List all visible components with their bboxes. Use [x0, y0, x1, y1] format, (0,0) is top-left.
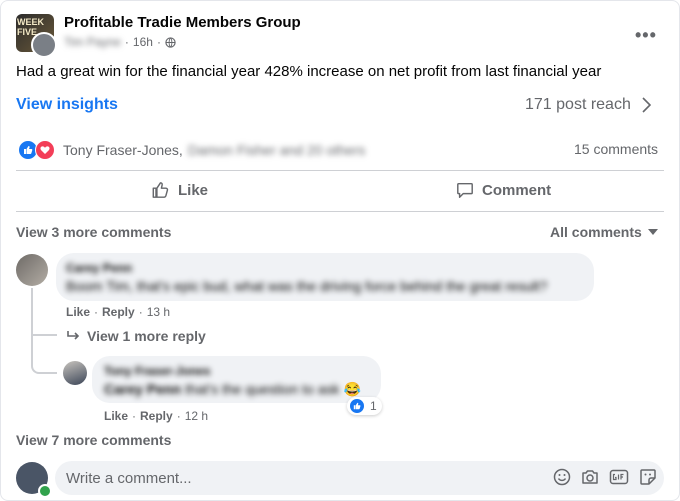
thread-line — [31, 288, 33, 336]
post-time[interactable]: 16h — [133, 35, 153, 49]
comment-input-placeholder: Write a comment... — [66, 470, 192, 487]
like-button-label: Like — [178, 181, 209, 199]
reply-arrow-icon — [67, 331, 80, 340]
gif-icon[interactable] — [609, 468, 629, 486]
reply-action-dot-2: · — [176, 409, 181, 423]
comment-input-tools — [553, 468, 657, 486]
view-insights-link[interactable]: View insights — [16, 96, 118, 114]
comment-bubble: Carey Penn Boom Tim, that's epic bud, wh… — [56, 253, 594, 301]
chevron-right-icon — [642, 97, 651, 113]
online-status-dot — [38, 484, 52, 498]
public-globe-icon — [165, 36, 176, 48]
camera-icon[interactable] — [581, 468, 599, 486]
reply-reaction-count: 1 — [370, 399, 377, 413]
thumbs-up-icon — [152, 182, 169, 198]
reaction-names-blurred: Damon Fisher and 20 others — [187, 142, 366, 158]
speech-bubble-icon — [457, 182, 473, 198]
reactions-summary[interactable]: Tony Fraser-Jones, Damon Fisher and 20 o… — [18, 140, 365, 160]
love-reaction-icon — [35, 140, 55, 160]
comment-author[interactable]: Carey Penn — [66, 261, 132, 275]
comments-count[interactable]: 15 comments — [574, 141, 658, 157]
reply-like-link[interactable]: Like — [104, 409, 128, 423]
author-avatar[interactable] — [31, 32, 57, 58]
view-more-comments-link[interactable]: View 3 more comments — [16, 224, 171, 240]
divider-top — [16, 170, 664, 171]
comment-button-label: Comment — [482, 181, 552, 199]
post-reach[interactable]: 171 post reach — [525, 96, 651, 114]
sticker-icon[interactable] — [639, 468, 657, 486]
caret-down-icon — [647, 229, 658, 235]
comment-text: Boom Tim, that's epic bud, what was the … — [66, 278, 548, 294]
reply-time[interactable]: 12 h — [185, 409, 208, 423]
comment-reply-link[interactable]: Reply — [102, 305, 135, 319]
commenter-avatar[interactable] — [16, 254, 48, 286]
comment-sort-label: All comments — [550, 224, 642, 240]
divider-bottom — [16, 211, 664, 212]
comment-time[interactable]: 13 h — [147, 305, 170, 319]
group-name[interactable]: Profitable Tradie Members Group — [64, 14, 301, 31]
reply-text: that's the question to ask — [185, 381, 340, 397]
post-text: Had a great win for the financial year 4… — [16, 63, 602, 80]
comment-button[interactable]: Comment — [456, 181, 551, 199]
view-more-replies-label: View 1 more reply — [87, 328, 206, 344]
comment-action-dot-2: · — [138, 305, 143, 319]
laughing-emoji-icon: 😂 — [343, 381, 361, 397]
meta-separator-2: · — [156, 35, 161, 49]
comment-sort-dropdown[interactable]: All comments — [550, 224, 658, 240]
reply-mention[interactable]: Carey Penn — [104, 381, 181, 398]
reply-action-dot: · — [132, 409, 137, 423]
author-name[interactable]: Tim Payne — [64, 35, 121, 49]
view-more-replies-link[interactable]: View 1 more reply — [67, 328, 206, 344]
reply-reply-link[interactable]: Reply — [140, 409, 173, 423]
comment-actions: Like · Reply · 13 h — [66, 305, 170, 319]
comment-like-link[interactable]: Like — [66, 305, 90, 319]
reply-author-avatar[interactable] — [63, 361, 87, 385]
more-options-icon[interactable]: ••• — [635, 25, 657, 46]
reply-reaction-badge[interactable]: 1 — [347, 397, 382, 415]
reaction-names: Tony Fraser-Jones, — [63, 142, 183, 158]
thread-branch-reply — [31, 336, 57, 374]
view-more-comments-bottom-link[interactable]: View 7 more comments — [16, 432, 171, 448]
reply-bubble: Tony Fraser-Jones Carey Penn that's the … — [92, 356, 381, 403]
post-reach-label: 171 post reach — [525, 96, 631, 113]
emoji-icon[interactable] — [553, 468, 571, 486]
reply-actions: Like · Reply · 12 h — [104, 409, 208, 423]
meta-separator: · — [124, 35, 129, 49]
reply-content: Carey Penn that's the question to ask 😂 — [104, 381, 361, 398]
reply-author[interactable]: Tony Fraser-Jones — [104, 364, 210, 378]
like-button[interactable]: Like — [151, 181, 208, 199]
comment-action-dot: · — [94, 305, 99, 319]
like-reaction-icon — [349, 398, 365, 414]
post-card: WEEK FIVE Profitable Tradie Members Grou… — [0, 0, 680, 501]
post-meta: Tim Payne · 16h · — [64, 35, 176, 49]
